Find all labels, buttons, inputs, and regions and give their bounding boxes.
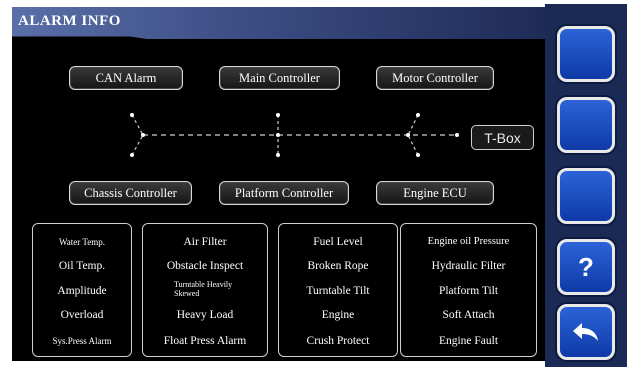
alarm-item: Turntable Heavily Skewed (174, 280, 233, 298)
help-button[interactable]: ? (557, 239, 615, 295)
alarm-item: Crush Protect (306, 335, 370, 347)
alarm-item: Fuel Level (313, 236, 363, 248)
alarm-info-screen: ALARM INFO CAN Alarm Main Controller Mot… (12, 7, 545, 361)
alarm-item: Soft Attach (442, 309, 495, 321)
network-topology-lines (130, 113, 459, 157)
alarm-item: Float Press Alarm (163, 335, 247, 347)
platform-controller-button[interactable]: Platform Controller (219, 181, 349, 205)
alarm-item: Sys.Press Alarm (52, 336, 112, 346)
alarm-item: Broken Rope (307, 260, 369, 272)
alarm-item: Air Filter (183, 236, 227, 248)
engine-ecu-button[interactable]: Engine ECU (376, 181, 494, 205)
alarm-panel-4: Engine oil Pressure Hydraulic Filter Pla… (400, 223, 537, 357)
right-sidebar: ? (545, 4, 627, 367)
alarm-panel-3: Fuel Level Broken Rope Turntable Tilt En… (278, 223, 398, 357)
alarm-item: Obstacle Inspect (166, 260, 244, 272)
alarm-item: Heavy Load (176, 309, 234, 321)
back-button[interactable] (557, 304, 615, 360)
sidebar-button-1[interactable] (557, 26, 615, 82)
alarm-item: Water Temp. (59, 237, 105, 247)
alarm-item: Engine Fault (438, 335, 499, 347)
alarm-item: Platform Tilt (438, 285, 499, 297)
alarm-item: Engine (321, 309, 355, 321)
alarm-item: Engine oil Pressure (427, 236, 510, 247)
alarm-panel-2: Air Filter Obstacle Inspect Turntable He… (142, 223, 268, 357)
back-arrow-icon (573, 323, 598, 341)
alarm-item: Overload (60, 309, 104, 321)
sidebar-button-2[interactable] (557, 97, 615, 153)
help-icon: ? (578, 251, 594, 282)
chassis-controller-button[interactable]: Chassis Controller (69, 181, 192, 205)
alarm-item: Hydraulic Filter (431, 260, 506, 272)
sidebar-button-3[interactable] (557, 168, 615, 224)
alarm-item: Turntable Tilt (306, 285, 370, 297)
alarm-panel-1: Water Temp. Oil Temp. Amplitude Overload… (32, 223, 132, 357)
alarm-item: Amplitude (57, 285, 107, 297)
alarm-item: Oil Temp. (58, 260, 106, 272)
tbox-button[interactable]: T-Box (471, 125, 534, 150)
